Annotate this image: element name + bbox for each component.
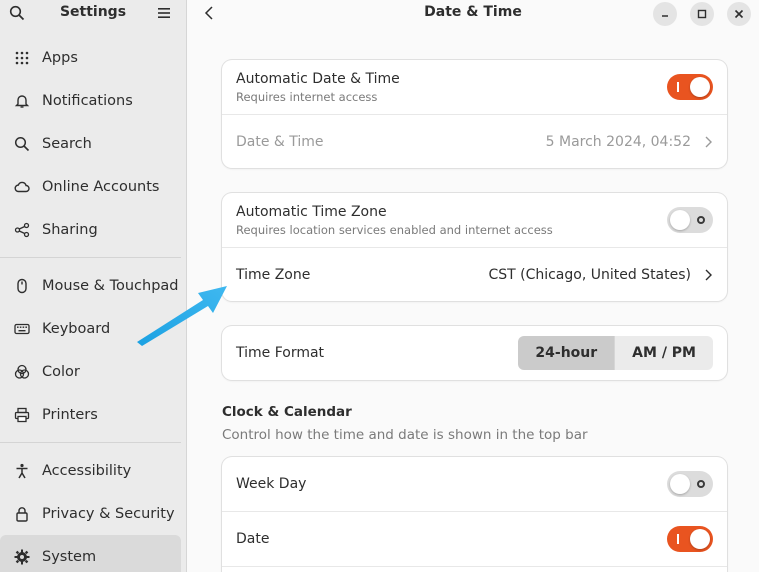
search-icon xyxy=(14,136,30,151)
time-zone-card: Automatic Time Zone Requires location se… xyxy=(222,193,727,301)
time-format-toggle: 24-hour AM / PM xyxy=(518,336,713,370)
time-format-row: Time Format 24-hour AM / PM xyxy=(222,326,727,380)
chevron-right-icon xyxy=(705,269,712,280)
date-time-card: Automatic Date & Time Requires internet … xyxy=(222,60,727,168)
time-format-label: Time Format xyxy=(236,345,325,361)
share-icon xyxy=(14,222,30,237)
next-row xyxy=(222,566,727,572)
bell-icon xyxy=(14,94,30,108)
week-day-switch[interactable] xyxy=(667,471,713,497)
date-time-value: 5 March 2024, 04:52 xyxy=(545,133,691,150)
maximize-button[interactable] xyxy=(690,2,714,26)
date-label: Date xyxy=(236,531,270,547)
sidebar-item-accessibility[interactable]: Accessibility xyxy=(0,449,187,492)
sidebar-separator xyxy=(0,442,181,443)
clock-calendar-title: Clock & Calendar xyxy=(222,404,352,420)
sidebar-item-color[interactable]: Color xyxy=(0,350,187,393)
accessibility-icon xyxy=(16,463,28,478)
sidebar-header: Settings xyxy=(0,0,186,27)
time-zone-value-wrap: CST (Chicago, United States) xyxy=(488,267,713,283)
sidebar-item-printers[interactable]: Printers xyxy=(0,393,187,436)
sidebar-item-label: System xyxy=(42,548,97,565)
automatic-time-zone-switch[interactable] xyxy=(667,207,713,233)
hamburger-menu-icon[interactable] xyxy=(156,5,172,21)
automatic-time-zone-subtitle: Requires location services enabled and i… xyxy=(236,222,553,237)
clock-calendar-subtitle: Control how the time and date is shown i… xyxy=(222,427,588,443)
sidebar-item-system[interactable]: System xyxy=(0,535,181,572)
cloud-icon xyxy=(14,181,30,192)
automatic-date-time-text: Automatic Date & Time Requires internet … xyxy=(236,71,400,104)
week-day-label: Week Day xyxy=(236,476,307,492)
sidebar-item-search[interactable]: Search xyxy=(0,122,187,165)
automatic-date-time-switch[interactable] xyxy=(667,74,713,100)
sidebar-item-label: Notifications xyxy=(42,92,133,109)
automatic-date-time-label: Automatic Date & Time xyxy=(236,70,400,87)
time-format-24-hour-button[interactable]: 24-hour xyxy=(518,336,615,370)
sidebar-item-notifications[interactable]: Notifications xyxy=(0,79,187,122)
date-time-label: Date & Time xyxy=(236,133,324,150)
minimize-icon xyxy=(662,15,668,17)
sidebar-item-label: Search xyxy=(42,135,92,152)
close-icon xyxy=(734,9,744,19)
sidebar-item-label: Privacy & Security xyxy=(42,505,175,522)
sidebar-item-label: Accessibility xyxy=(42,462,132,479)
date-time-row[interactable]: Date & Time 5 March 2024, 04:52 xyxy=(222,114,727,168)
gear-icon xyxy=(14,549,30,564)
sidebar-separator xyxy=(0,257,181,258)
time-zone-label: Time Zone xyxy=(236,266,311,283)
minimize-button[interactable] xyxy=(653,2,677,26)
sidebar-item-label: Color xyxy=(42,363,80,380)
sidebar-item-label: Online Accounts xyxy=(42,178,160,195)
sidebar-item-apps[interactable]: Apps xyxy=(0,36,187,79)
sidebar-item-online-accounts[interactable]: Online Accounts xyxy=(0,165,187,208)
annotation-arrow-icon xyxy=(137,286,227,346)
keyboard-icon xyxy=(14,323,30,334)
printer-icon xyxy=(14,407,30,422)
sidebar-item-label: Apps xyxy=(42,49,78,66)
apps-grid-icon xyxy=(15,51,29,64)
date-time-value-wrap: 5 March 2024, 04:52 xyxy=(546,134,713,150)
automatic-date-time-row: Automatic Date & Time Requires internet … xyxy=(222,60,727,114)
close-button[interactable] xyxy=(727,2,751,26)
sidebar-item-label: Printers xyxy=(42,406,98,423)
time-zone-row[interactable]: Time Zone CST (Chicago, United States) xyxy=(222,247,727,301)
sidebar-item-label: Sharing xyxy=(42,221,98,238)
time-zone-value: CST (Chicago, United States) xyxy=(488,266,691,283)
automatic-time-zone-text: Automatic Time Zone Requires location se… xyxy=(236,204,553,237)
time-format-am-pm-button[interactable]: AM / PM xyxy=(614,336,713,370)
week-day-row: Week Day xyxy=(222,457,727,511)
date-switch[interactable] xyxy=(667,526,713,552)
maximize-icon xyxy=(697,9,707,19)
color-icon xyxy=(14,364,30,379)
automatic-time-zone-label: Automatic Time Zone xyxy=(236,203,387,220)
time-format-card: Time Format 24-hour AM / PM xyxy=(222,326,727,380)
sidebar-item-privacy-security[interactable]: Privacy & Security xyxy=(0,492,187,535)
sidebar-item-label: Keyboard xyxy=(42,320,111,337)
automatic-time-zone-row: Automatic Time Zone Requires location se… xyxy=(222,193,727,247)
lock-icon xyxy=(16,506,28,522)
automatic-date-time-subtitle: Requires internet access xyxy=(236,89,378,104)
sidebar-item-sharing[interactable]: Sharing xyxy=(0,208,187,251)
mouse-icon xyxy=(17,278,27,293)
chevron-right-icon xyxy=(705,136,712,147)
date-row: Date xyxy=(222,511,727,566)
clock-calendar-card: Week Day Date xyxy=(222,457,727,572)
